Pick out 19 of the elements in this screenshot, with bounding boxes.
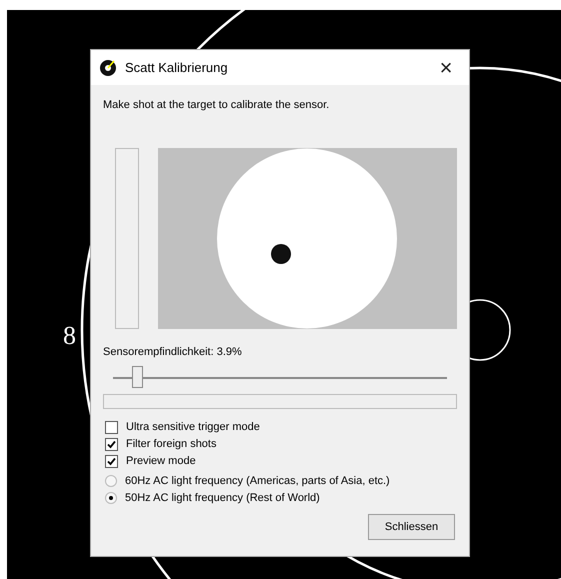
radio-button[interactable]: [105, 475, 117, 487]
radio-button[interactable]: [105, 492, 117, 504]
radio-label: 50Hz AC light frequency (Rest of World): [125, 490, 320, 506]
close-dialog-button[interactable]: Schliessen: [368, 514, 455, 540]
slider-thumb[interactable]: [132, 366, 143, 388]
sensitivity-slider[interactable]: [113, 366, 447, 390]
checkbox[interactable]: [105, 438, 118, 450]
target-logo-icon: [99, 58, 117, 76]
checkbox[interactable]: [105, 420, 118, 434]
radio-label: 60Hz AC light frequency (Americas, parts of Asia, etc.): [125, 474, 390, 489]
window-title: Scatt Kalibrierung: [125, 58, 229, 77]
ring-number: 8: [63, 320, 76, 352]
close-button[interactable]: ×: [431, 56, 461, 78]
checkbox-label: Filter foreign shots: [126, 436, 216, 452]
sensitivity-label: Sensorempfindlichkeit: 3.9%: [103, 344, 243, 360]
instruction-text: Make shot at the target to calibrate the sensor.: [103, 98, 330, 113]
checkbox[interactable]: [105, 454, 118, 468]
checkbox-label: Preview mode: [126, 454, 196, 469]
checkbox-label: Ultra sensitive trigger mode: [126, 420, 260, 435]
